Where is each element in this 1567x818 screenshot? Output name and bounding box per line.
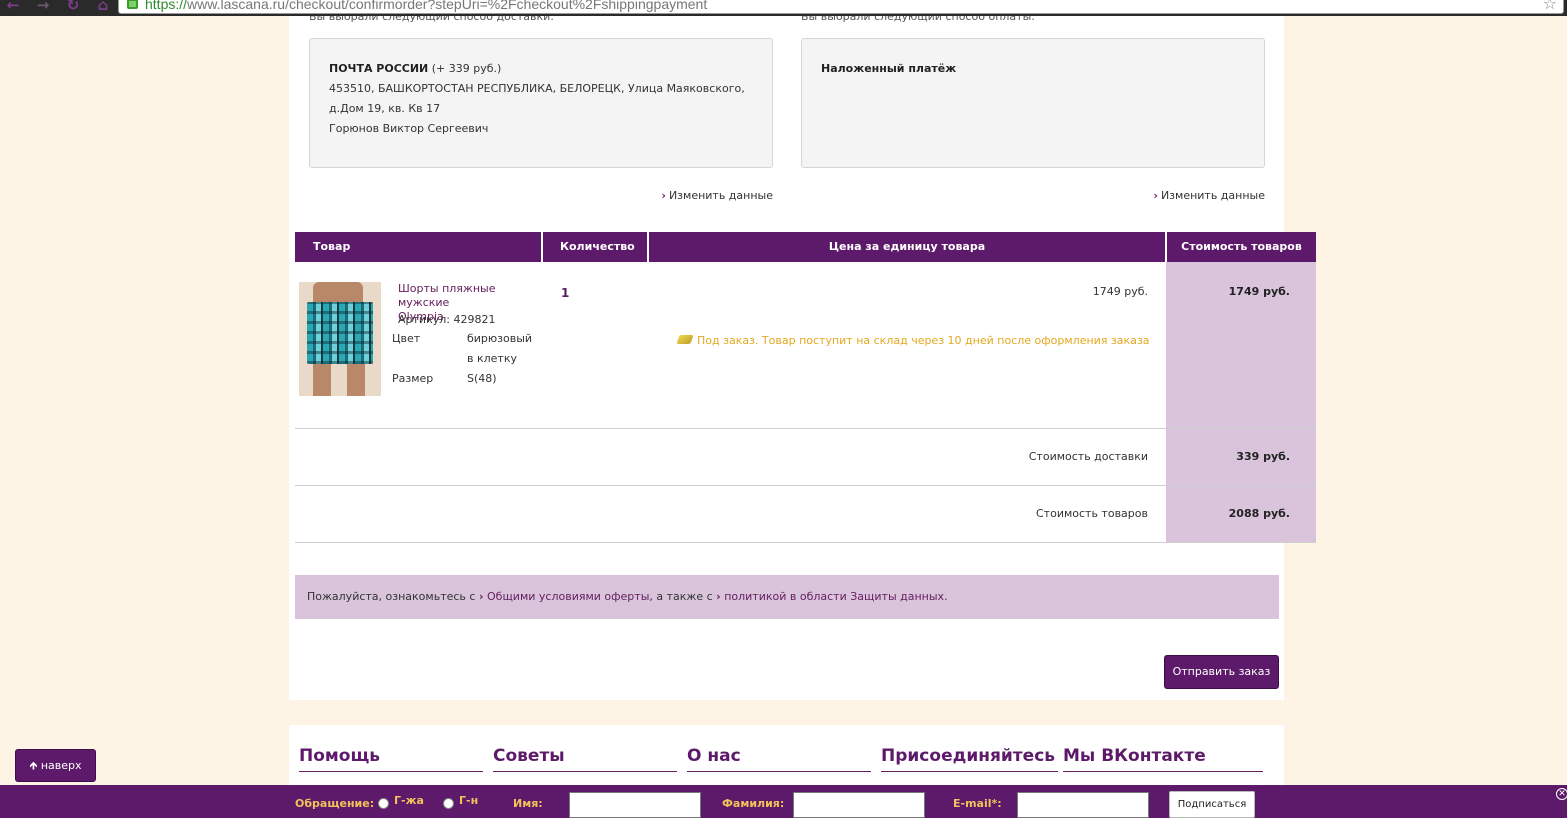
surname-input[interactable] — [793, 792, 925, 818]
url-text: https://www.lascana.ru/checkout/confirmo… — [145, 0, 708, 12]
browser-toolbar: ← → ↻ ⌂ https://www.lascana.ru/checkout/… — [0, 0, 1567, 16]
table-header: Товар Количество Цена за единицу товара … — [295, 232, 1316, 262]
product-sku: Артикул: 429821 — [398, 313, 496, 326]
shipping-address-line1: 453510, БАШКОРТОСТАН РЕСПУБЛИКА, БЕЛОРЕЦ… — [329, 82, 745, 95]
size-label: Размер — [392, 372, 434, 385]
home-icon[interactable]: ⌂ — [92, 0, 114, 14]
payment-method: Наложенный платёж — [821, 62, 957, 75]
footer-about[interactable]: О нас — [687, 745, 871, 772]
color-label: Цвет — [392, 332, 421, 345]
color-value: бирюзовый в клетку — [467, 332, 533, 365]
shipping-recipient: Горюнов Виктор Сергеевич — [329, 122, 489, 135]
chevron-right-icon: › — [478, 590, 484, 603]
terms-notice: Пожалуйста, ознакомьтесь с › Общими усло… — [295, 575, 1279, 619]
submit-order-button[interactable]: Отправить заказ — [1164, 655, 1279, 689]
email-input[interactable] — [1017, 792, 1149, 818]
item-cost: 1749 руб. — [1228, 285, 1290, 298]
bookmark-star-icon[interactable]: ☆ — [1543, 0, 1557, 13]
arrow-up-icon: 🡹 — [29, 759, 38, 772]
chevron-right-icon: › — [661, 189, 666, 202]
shipping-heading: Вы выбрали следующий способ доставки: — [309, 16, 554, 23]
payment-heading: Вы выбрали следующий способ оплаты: — [801, 16, 1035, 23]
radio-female[interactable] — [378, 798, 389, 809]
name-label: Имя: — [513, 797, 543, 810]
delivery-cost: 339 руб. — [1236, 450, 1290, 463]
unit-price: 1749 руб. — [1092, 285, 1148, 298]
radio-male[interactable] — [443, 798, 454, 809]
radio-male-label: Г-н — [459, 794, 479, 807]
browser-nav: ← → ↻ ⌂ — [2, 0, 114, 14]
shipping-address-line2: д.Дом 19, кв. Кв 17 — [329, 102, 441, 115]
greeting-label: Обращение: — [295, 797, 375, 810]
size-value: S(48) — [467, 372, 497, 385]
header-product: Товар — [295, 232, 543, 262]
shipping-info-box: ПОЧТА РОССИИ (+ 339 руб.) 453510, БАШКОР… — [309, 38, 773, 168]
privacy-policy-link[interactable]: политикой в области Защиты данных — [724, 590, 944, 603]
table-row-product: Шорты пляжные мужские Olympia Артикул: 4… — [295, 262, 1316, 429]
footer-tips[interactable]: Советы — [493, 745, 677, 772]
surname-label: Фамилия: — [722, 797, 785, 810]
total-label: Стоимость товаров — [1036, 507, 1148, 520]
radio-female-label: Г-жа — [394, 794, 424, 807]
footer-panel: Помощь Советы О нас Присоединяйтесь Мы В… — [289, 725, 1284, 785]
email-label: E-mail*: — [953, 797, 1002, 810]
shipping-method: ПОЧТА РОССИИ — [329, 62, 429, 75]
check-icon — [676, 335, 694, 344]
table-row-delivery: Стоимость доставки 339 руб. — [295, 429, 1316, 486]
back-arrow-icon[interactable]: ← — [2, 0, 24, 14]
change-shipping-link[interactable]: › Изменить данные — [661, 189, 773, 202]
chevron-right-icon: › — [1153, 189, 1158, 202]
reload-icon[interactable]: ↻ — [62, 0, 84, 14]
subscribe-button[interactable]: Подписаться — [1169, 791, 1255, 818]
forward-arrow-icon[interactable]: → — [32, 0, 54, 14]
close-icon[interactable]: ✕ — [1556, 788, 1567, 800]
availability-notice: Под заказ. Товар поступит на склад через… — [676, 334, 1150, 347]
total-cost: 2088 руб. — [1228, 507, 1290, 520]
back-to-top-button[interactable]: 🡹 наверх — [15, 749, 96, 782]
shipping-method-price: (+ 339 руб.) — [431, 62, 502, 75]
checkout-panel: Вы выбрали следующий способ доставки: Вы… — [289, 16, 1316, 700]
header-cost: Стоимость товаров — [1181, 240, 1302, 253]
newsletter-bar: Обращение: Г-жа Г-н Имя: Фамилия: E-mail… — [0, 785, 1567, 818]
change-payment-link[interactable]: › Изменить данные — [1153, 189, 1265, 202]
header-quantity: Количество — [543, 232, 649, 262]
order-table: Товар Количество Цена за единицу товара … — [295, 232, 1316, 543]
payment-info-box: Наложенный платёж — [801, 38, 1265, 168]
product-quantity: 1 — [561, 286, 570, 300]
footer-join[interactable]: Присоединяйтесь — [881, 745, 1058, 772]
offer-terms-link[interactable]: Общими условиями оферты — [487, 590, 649, 603]
product-image[interactable] — [299, 282, 381, 396]
lock-icon — [127, 0, 138, 9]
name-input[interactable] — [569, 792, 701, 818]
chevron-right-icon: › — [716, 590, 721, 603]
footer-vk[interactable]: Мы ВКонтакте — [1063, 745, 1263, 772]
header-unit-price: Цена за единицу товара — [649, 232, 1167, 262]
address-bar[interactable]: https://www.lascana.ru/checkout/confirmo… — [118, 0, 1564, 14]
delivery-label: Стоимость доставки — [1028, 450, 1148, 463]
table-row-total: Стоимость товаров 2088 руб. — [295, 486, 1316, 543]
footer-help[interactable]: Помощь — [299, 745, 483, 772]
